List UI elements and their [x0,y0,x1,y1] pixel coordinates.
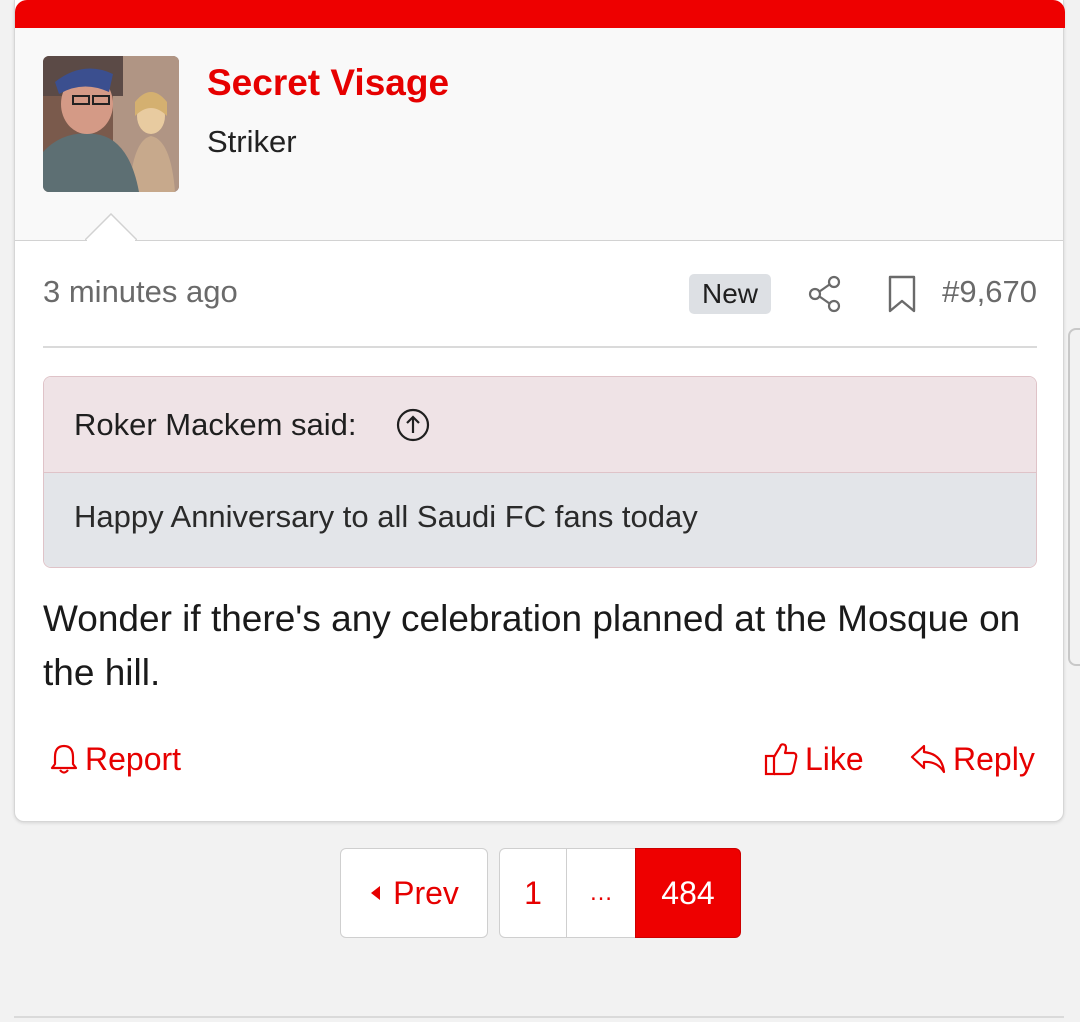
meta-divider [43,346,1037,348]
reply-arrow-icon [910,744,946,774]
like-button[interactable]: Like [763,738,864,780]
reply-label: Reply [953,740,1035,777]
quote-header[interactable]: Roker Mackem said: [44,377,1036,473]
quote-body: Happy Anniversary to all Saudi FC fans t… [44,473,1036,567]
bottom-divider [14,1016,1064,1018]
user-title: Striker [207,124,297,159]
quote-text: Happy Anniversary to all Saudi FC fans t… [74,499,698,534]
prev-page-button[interactable]: Prev [340,848,488,938]
new-badge: New [689,274,771,314]
user-header: Secret Visage Striker [15,28,1063,241]
reply-button[interactable]: Reply [909,738,1035,780]
report-button[interactable]: Report [49,738,181,780]
username[interactable]: Secret Visage [207,62,449,104]
bookmark-icon[interactable] [887,275,917,313]
card-top-bar [15,0,1065,28]
post-meta: 3 minutes ago New #9,670 [43,272,1037,318]
prev-label: Prev [393,874,459,911]
caret-left-icon [371,886,381,900]
post-card: Secret Visage Striker 3 minutes ago New … [14,0,1065,822]
like-label: Like [805,740,864,777]
quote-block: Roker Mackem said: Happy Anniversary to … [43,376,1037,568]
thumbs-up-icon [764,743,798,776]
scroll-indicator[interactable] [1068,328,1080,666]
post-timestamp[interactable]: 3 minutes ago [43,274,238,310]
quote-up-arrow-icon[interactable] [396,408,430,442]
current-page-button[interactable]: 484 [635,848,741,938]
bell-icon [50,744,78,774]
page-1-button[interactable]: 1 [499,848,567,938]
post-body-text: Wonder if there's any celebration planne… [43,598,1021,693]
user-header-pointer [85,213,137,241]
quote-author: Roker Mackem said: [74,407,357,442]
post-number[interactable]: #9,670 [942,274,1037,310]
share-icon[interactable] [807,274,843,314]
avatar[interactable] [43,56,179,192]
avatar-photo [43,56,179,192]
page-ellipsis-button[interactable]: … [566,848,636,938]
report-label: Report [85,740,182,777]
